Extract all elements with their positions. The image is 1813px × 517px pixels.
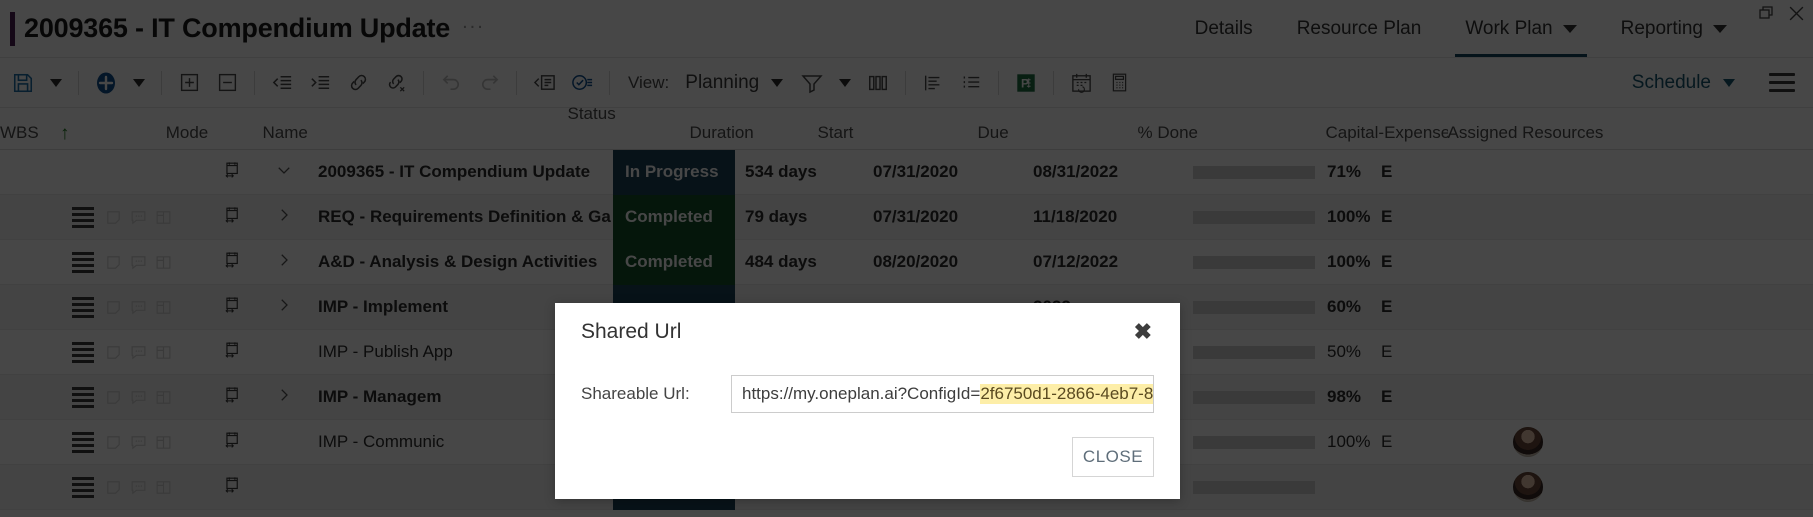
dialog-header: Shared Url ✖ (555, 303, 1180, 361)
dialog-footer: CLOSE (555, 413, 1180, 499)
close-button[interactable]: CLOSE (1072, 437, 1154, 477)
app-root: 2009365 - IT Compendium Update ... Detai… (0, 0, 1813, 517)
close-icon[interactable]: ✖ (1128, 317, 1158, 347)
dialog-title: Shared Url (581, 320, 682, 343)
dialog-body: Shareable Url: https://my.oneplan.ai?Con… (555, 361, 1180, 413)
shareable-url-input[interactable]: https://my.oneplan.ai?ConfigId= 2f6750d1-… (731, 375, 1154, 413)
shareable-url-label: Shareable Url: (581, 384, 690, 403)
url-selected-text: 2f6750d1-2866-4eb7-8fd8-e7f9 (980, 384, 1153, 404)
shared-url-dialog: Shared Url ✖ Shareable Url: https://my.o… (555, 303, 1180, 499)
url-prefix-text: https://my.oneplan.ai?ConfigId= (742, 384, 981, 403)
